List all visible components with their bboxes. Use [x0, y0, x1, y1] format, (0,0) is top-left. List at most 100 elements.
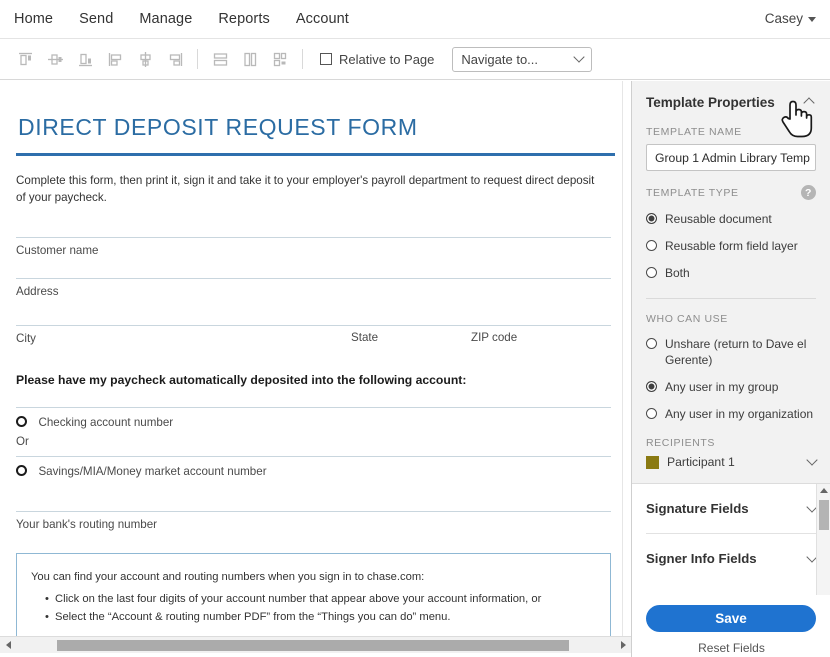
nav-item-reports[interactable]: Reports: [218, 11, 269, 27]
align-top-icon[interactable]: [10, 44, 40, 74]
field-underline: [16, 237, 611, 239]
radio-option-any-user-my-organization[interactable]: Any user in my organization: [646, 406, 816, 422]
radio-icon-checking[interactable]: [16, 416, 27, 428]
template-name-input[interactable]: Group 1 Admin Library Temp: [646, 144, 816, 171]
field-label-city: City: [16, 332, 36, 346]
deposit-question: Please have my paycheck automatically de…: [16, 373, 467, 388]
accordion-label: Signature Fields: [646, 501, 749, 517]
horizontal-scroll-thumb[interactable]: [57, 640, 569, 651]
match-width-icon[interactable]: [205, 44, 235, 74]
radio-icon[interactable]: [646, 267, 657, 279]
template-type-section-label: TEMPLATE TYPE ?: [646, 185, 816, 200]
template-name-section-label: TEMPLATE NAME: [646, 126, 816, 138]
triangle-right-icon: [620, 641, 626, 649]
navigate-to-value: Navigate to...: [461, 51, 539, 67]
toolbar-separator-2: [302, 49, 303, 69]
reset-fields-link[interactable]: Reset Fields: [646, 641, 817, 655]
form-field-customer-name[interactable]: Customer name: [16, 237, 615, 259]
chevron-down-icon: [573, 51, 586, 63]
radio-label: Any user in my organization: [665, 407, 814, 422]
field-label-customer-name: Customer name: [16, 244, 99, 258]
accordion-label: Signer Info Fields: [646, 551, 757, 567]
chevron-down-icon: [808, 17, 816, 22]
note-bullet-item: Select the “Account & routing number PDF…: [45, 609, 596, 627]
triangle-left-icon: [5, 641, 11, 649]
top-navigation-bar: Home Send Manage Reports Account Casey: [0, 0, 830, 39]
field-label-address: Address: [16, 285, 59, 299]
radio-option-reusable-form-field-layer[interactable]: Reusable form field layer: [646, 238, 816, 254]
relative-to-page-toggle[interactable]: Relative to Page: [320, 52, 434, 67]
document-horizontal-scrollbar[interactable]: [0, 636, 631, 653]
radio-option-unshare[interactable]: Unshare (return to Dave el Gerente): [646, 336, 816, 368]
alignment-toolbar: Relative to Page Navigate to...: [0, 39, 830, 80]
scroll-left-button[interactable]: [0, 637, 16, 654]
radio-label: Any user in my group: [665, 379, 779, 394]
section-divider: [646, 297, 816, 299]
note-bullet-list: Click on the last four digits of your ac…: [45, 591, 596, 627]
form-field-checking[interactable]: Checking account number: [16, 407, 615, 431]
panel-footer: Save Reset Fields: [632, 595, 830, 657]
page-title: DIRECT DEPOSIT REQUEST FORM: [18, 114, 418, 140]
toolbar-separator: [197, 49, 198, 69]
recipient-row-participant-1[interactable]: Participant 1: [646, 454, 818, 469]
application-window: Home Send Manage Reports Account Casey R…: [0, 0, 830, 657]
document-viewport[interactable]: DIRECT DEPOSIT REQUEST FORM Complete thi…: [0, 81, 631, 636]
note-bullet-item: Click on the last four digits of your ac…: [45, 591, 596, 609]
radio-label-checking: Checking account number: [38, 416, 174, 430]
radio-icon[interactable]: [646, 337, 657, 349]
template-properties-panel: Template Properties TEMPLATE NAME Group …: [631, 81, 830, 657]
save-button[interactable]: Save: [646, 605, 816, 632]
radio-icon-selected[interactable]: [646, 213, 657, 224]
form-field-city-state-zip[interactable]: City State ZIP code: [16, 325, 615, 347]
nav-item-manage[interactable]: Manage: [139, 11, 192, 27]
radio-option-any-user-my-group[interactable]: Any user in my group: [646, 379, 816, 395]
radio-label: Both: [665, 266, 690, 281]
match-size-icon[interactable]: [265, 44, 295, 74]
note-intro-text: You can find your account and routing nu…: [31, 571, 425, 584]
chevron-up-icon: [803, 97, 815, 109]
panel-top-section: Template Properties TEMPLATE NAME Group …: [632, 81, 830, 484]
align-right-icon[interactable]: [160, 44, 190, 74]
accordion-signer-info-fields[interactable]: Signer Info Fields: [646, 534, 818, 583]
radio-label: Reusable document: [665, 212, 772, 226]
radio-option-both[interactable]: Both: [646, 265, 816, 281]
relative-to-page-label: Relative to Page: [339, 51, 435, 67]
align-middle-horizontal-icon[interactable]: [40, 44, 70, 74]
radio-label: Reusable form field layer: [665, 239, 798, 254]
align-left-icon[interactable]: [100, 44, 130, 74]
title-divider: [16, 153, 615, 156]
match-height-icon[interactable]: [235, 44, 265, 74]
vertical-scroll-thumb[interactable]: [819, 500, 829, 531]
help-icon[interactable]: ?: [801, 185, 816, 200]
user-menu[interactable]: Casey: [765, 11, 816, 26]
panel-title: Template Properties: [646, 95, 775, 110]
field-label-routing-number: Your bank's routing number: [16, 518, 157, 532]
nav-item-home[interactable]: Home: [14, 11, 53, 27]
align-center-icon[interactable]: [130, 44, 160, 74]
nav-item-send[interactable]: Send: [79, 11, 113, 27]
triangle-up-icon: [819, 488, 828, 494]
form-field-address[interactable]: Address: [16, 278, 615, 300]
collapse-panel-button[interactable]: [802, 93, 816, 112]
info-note-box: You can find your account and routing nu…: [16, 553, 611, 636]
chevron-down-icon[interactable]: [806, 454, 818, 466]
align-bottom-icon[interactable]: [70, 44, 100, 74]
radio-icon-selected[interactable]: [646, 380, 657, 392]
checkbox-icon[interactable]: [320, 53, 332, 65]
radio-icon-savings[interactable]: [16, 465, 27, 477]
radio-label: Unshare (return to Dave el Gerente): [665, 336, 807, 367]
accordion-signature-fields[interactable]: Signature Fields: [646, 484, 818, 533]
radio-option-reusable-document[interactable]: Reusable document: [646, 211, 816, 227]
form-field-savings[interactable]: Savings/MIA/Money market account number: [16, 456, 615, 480]
nav-item-account[interactable]: Account: [296, 11, 349, 27]
field-label-zip: ZIP code: [471, 331, 518, 345]
scroll-up-button[interactable]: [817, 484, 830, 497]
nav-links: Home Send Manage Reports Account: [0, 11, 349, 27]
form-field-routing-number[interactable]: Your bank's routing number: [16, 511, 615, 533]
template-type-label: TEMPLATE TYPE: [646, 186, 739, 199]
scroll-right-button[interactable]: [615, 637, 631, 654]
radio-icon[interactable]: [646, 408, 657, 420]
radio-icon[interactable]: [646, 240, 657, 252]
panel-header: Template Properties: [646, 93, 816, 112]
navigate-to-dropdown[interactable]: Navigate to...: [452, 46, 593, 72]
